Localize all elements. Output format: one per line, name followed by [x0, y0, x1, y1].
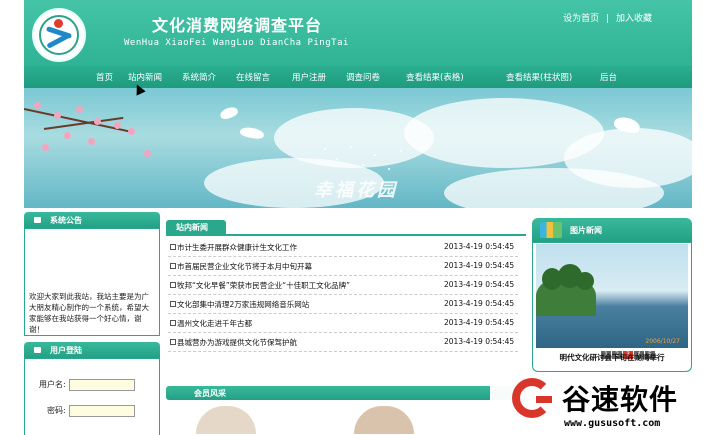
site-subtitle: WenHua XiaoFei WangLuo DianCha PingTai — [124, 38, 349, 48]
nav-results-chart[interactable]: 查看结果(柱状图) — [506, 71, 572, 83]
watermark-name: 谷速软件 — [562, 383, 679, 416]
members-header: 会员风采 — [166, 386, 526, 400]
top-links: 设为首页 | 加入收藏 — [561, 11, 654, 24]
notice-text: 欢迎大家到此我站，我站主要是为广大朋友精心制作的一个系统，希望大家能够在我站获得… — [29, 292, 149, 334]
banner-caption: 幸福花园 — [314, 180, 398, 201]
news-date: 2013-4-19 0:54:45 — [444, 242, 515, 251]
site-title: 文化消费网络调查平台 — [152, 16, 323, 35]
news-title[interactable]: 温州文化走进千年古都 — [177, 318, 252, 329]
news-date: 2013-4-19 0:54:45 — [444, 337, 515, 346]
site-header: 文化消费网络调查平台 WenHua XiaoFei WangLuo DianCh… — [24, 0, 692, 66]
news-date: 2013-4-19 0:54:45 — [444, 299, 515, 308]
news-title[interactable]: 市计生委开展群众健康计生文化工作 — [177, 242, 297, 253]
username-input[interactable] — [69, 379, 135, 391]
banner-image: 幸福花园 — [24, 88, 692, 208]
nav-register[interactable]: 用户注册 — [292, 71, 326, 83]
notice-box: 欢迎大家到此我站，我站主要是为广大朋友精心制作的一个系统，希望大家能够在我站获得… — [24, 228, 160, 336]
photo-pager: 12345 — [600, 341, 655, 359]
nav-system-intro[interactable]: 系统简介 — [182, 71, 216, 83]
watermark: 谷速软件 www.gususoft.com — [490, 374, 706, 434]
news-item[interactable]: 县城营办为游戏提供文化节保驾护航 2013-4-19 0:54:45 — [168, 333, 518, 352]
news-item[interactable]: 牧邦“文化早餐”荣获市民营企业“十佳职工文化品牌” 2013-4-19 0:54… — [168, 276, 518, 295]
nav-admin[interactable]: 后台 — [600, 71, 617, 83]
nav-site-news[interactable]: 站内新闻 — [128, 71, 162, 83]
news-item[interactable]: 温州文化走进千年古都 2013-4-19 0:54:45 — [168, 314, 518, 333]
news-title[interactable]: 县城营办为游戏提供文化节保驾护航 — [177, 337, 297, 348]
login-box: 用户名: 密码: — [24, 358, 160, 435]
photo-news-header: 图片新闻 — [532, 218, 692, 242]
login-heading: 用户登陆 — [50, 346, 82, 355]
set-homepage-link[interactable]: 设为首页 — [563, 14, 599, 24]
link-separator: | — [606, 14, 610, 24]
bullet-icon — [170, 339, 176, 345]
password-label: 密码: — [47, 406, 66, 415]
news-photo[interactable]: 2006/10/27 — [536, 244, 688, 348]
nav-survey[interactable]: 调查问卷 — [346, 71, 380, 83]
watermark-url: www.gususoft.com — [564, 418, 661, 429]
nav-results-table[interactable]: 查看结果(表格) — [406, 71, 464, 83]
nav-home[interactable]: 首页 — [96, 71, 113, 83]
news-heading: 站内新闻 — [176, 223, 208, 232]
members-heading: 会员风采 — [194, 389, 226, 398]
news-tab[interactable]: 站内新闻 — [166, 220, 226, 234]
news-title[interactable]: 牧邦“文化早餐”荣获市民营企业“十佳职工文化品牌” — [177, 280, 350, 291]
member-photo[interactable] — [196, 406, 256, 434]
notice-icon — [34, 217, 41, 223]
bullet-icon — [170, 301, 176, 307]
photo-news-heading: 图片新闻 — [570, 226, 602, 235]
password-input[interactable] — [69, 405, 135, 417]
news-date: 2013-4-19 0:54:45 — [444, 318, 515, 327]
login-icon — [34, 347, 41, 353]
nav-online-message[interactable]: 在线留言 — [236, 71, 270, 83]
news-header: 站内新闻 — [166, 218, 526, 236]
bullet-icon — [170, 320, 176, 326]
notice-header: 系统公告 — [24, 212, 160, 228]
news-date: 2013-4-19 0:54:45 — [444, 280, 515, 289]
books-icon — [540, 222, 562, 238]
bullet-icon — [170, 263, 176, 269]
username-label: 用户名: — [39, 380, 66, 389]
news-title[interactable]: 文化部集中清理2万家违规网络音乐网站 — [177, 299, 309, 310]
site-logo-icon[interactable] — [32, 8, 86, 62]
member-photo[interactable] — [354, 406, 414, 434]
add-favorite-link[interactable]: 加入收藏 — [616, 14, 652, 24]
bullet-icon — [170, 244, 176, 250]
photo-caption[interactable]: 明代文化研讨会下旬在龙湾举行 — [536, 352, 688, 363]
news-item[interactable]: 文化部集中清理2万家违规网络音乐网站 2013-4-19 0:54:45 — [168, 295, 518, 314]
news-item[interactable]: 市首届民营企业文化节将于本月中旬开幕 2013-4-19 0:54:45 — [168, 257, 518, 276]
main-nav: 首页 站内新闻 系统简介 在线留言 用户注册 调查问卷 查看结果(表格) 查看结… — [24, 66, 692, 88]
news-item[interactable]: 市计生委开展群众健康计生文化工作 2013-4-19 0:54:45 — [168, 238, 518, 257]
bullet-icon — [170, 282, 176, 288]
news-date: 2013-4-19 0:54:45 — [444, 261, 515, 270]
login-header: 用户登陆 — [24, 342, 160, 358]
notice-heading: 系统公告 — [50, 216, 82, 225]
page: 文化消费网络调查平台 WenHua XiaoFei WangLuo DianCh… — [24, 0, 692, 435]
news-title[interactable]: 市首届民营企业文化节将于本月中旬开幕 — [177, 261, 312, 272]
